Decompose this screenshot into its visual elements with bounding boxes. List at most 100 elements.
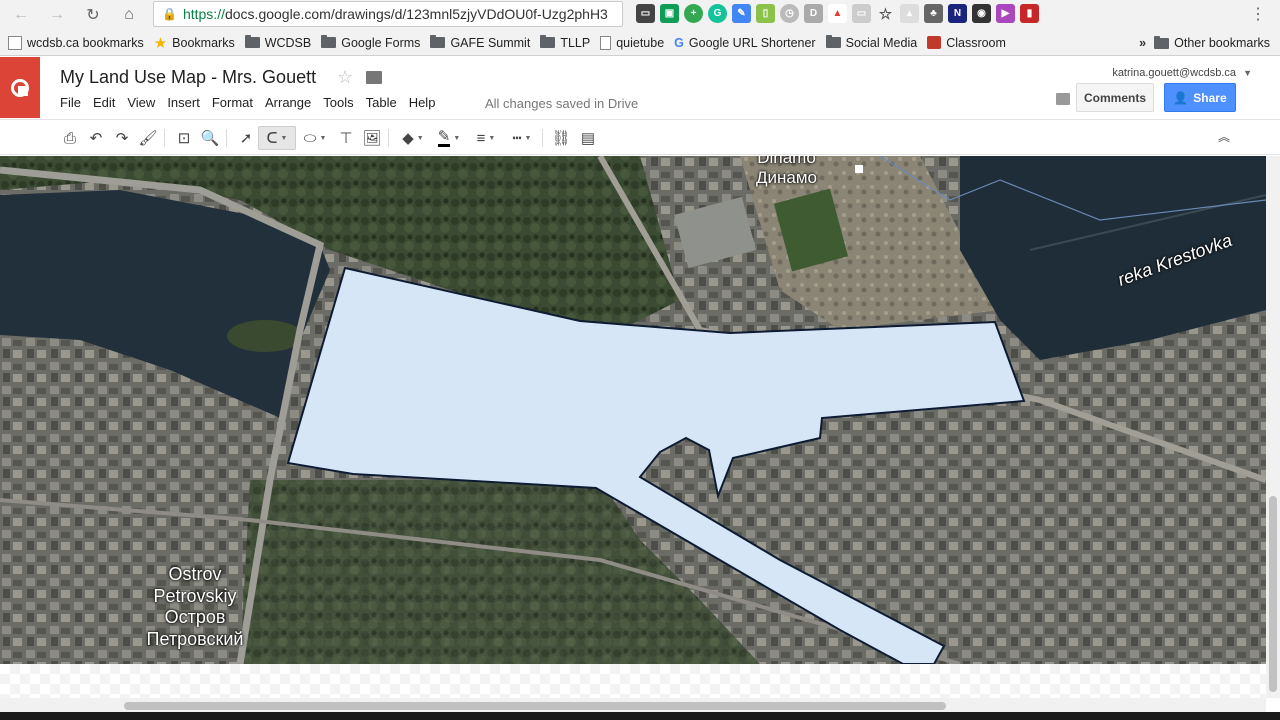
menu-tools[interactable]: Tools [317, 95, 359, 110]
edit-ext-icon[interactable]: ✎ [732, 4, 751, 23]
menu-table[interactable]: Table [360, 95, 403, 110]
vertical-scrollbar[interactable] [1266, 156, 1280, 698]
classroom-ext-icon[interactable]: ▣ [660, 4, 679, 23]
video-ext-icon[interactable]: ▶ [996, 4, 1015, 23]
menu-insert[interactable]: Insert [161, 95, 206, 110]
url-scheme: https:// [182, 6, 225, 22]
move-to-folder-icon[interactable] [366, 71, 382, 84]
menu-help[interactable]: Help [403, 95, 442, 110]
toolbar-separator [388, 129, 389, 147]
map-pin-icon [855, 165, 863, 173]
bookmark-item[interactable]: wcdsb.ca bookmarks [8, 35, 144, 50]
menu-file[interactable]: File [54, 95, 87, 110]
border-weight-icon[interactable]: ≡ ▼ [470, 126, 502, 150]
d-ext-icon[interactable]: D [804, 4, 823, 23]
zoom-fit-icon[interactable]: ⊡ [174, 126, 194, 150]
document-title[interactable]: My Land Use Map - Mrs. Gouett [60, 67, 316, 88]
star-icon: ★ [153, 34, 168, 52]
browser-toolbar: ← → ↻ ⌂ 🔒 https:// docs.google.com/drawi… [0, 0, 1280, 30]
horizontal-scrollbar[interactable] [0, 698, 1266, 712]
scrollbar-thumb[interactable] [1269, 496, 1277, 692]
puzzle-icon[interactable]: ♣ [924, 4, 943, 23]
print-icon[interactable]: ⎙ [60, 126, 80, 150]
film-ext-icon[interactable]: ▮ [1020, 4, 1039, 23]
reload-icon[interactable]: ↻ [80, 2, 106, 28]
star-icon[interactable]: ☆ [337, 67, 353, 88]
bookmark-item[interactable]: Classroom [927, 36, 1006, 50]
shape-tool-icon[interactable]: ⬭ ▼ [298, 126, 332, 150]
folder-icon [244, 35, 260, 48]
clock-icon[interactable]: ◷ [780, 4, 799, 23]
bookmark-folder[interactable]: Google Forms [321, 35, 420, 50]
bookmark-item[interactable]: G Google URL Shortener [674, 36, 815, 50]
fill-color-icon[interactable]: ◆ ▼ [396, 126, 430, 150]
back-arrow-icon[interactable]: ← [8, 2, 34, 28]
menu-arrange[interactable]: Arrange [259, 95, 317, 110]
menu-edit[interactable]: Edit [87, 95, 121, 110]
link-icon[interactable]: ⛓ [550, 126, 572, 150]
text-box-icon[interactable]: ⊤ [336, 126, 356, 150]
select-pointer-icon[interactable]: ➚ [236, 126, 256, 150]
bookmark-folder[interactable]: GAFE Summit [430, 35, 531, 50]
comment-add-icon[interactable]: ▤ [578, 126, 598, 150]
other-bookmarks-folder[interactable]: Other bookmarks [1154, 35, 1270, 50]
save-status[interactable]: All changes saved in Drive [485, 96, 638, 111]
classroom-icon [927, 36, 942, 49]
bookmark-item[interactable]: ★ Bookmarks [154, 34, 235, 52]
account-caret-icon[interactable]: ▼ [1243, 68, 1252, 78]
drawings-logo-icon[interactable] [0, 57, 40, 118]
bookmark-folder[interactable]: WCDSB [244, 35, 311, 50]
map-label-text: Ostrov [168, 564, 222, 584]
collapse-toolbar-icon[interactable]: ︽ [1218, 128, 1230, 145]
line-tool-icon[interactable]: ᑕ ▼ [258, 126, 296, 150]
browser-menu-icon[interactable]: ⋮ [1250, 4, 1266, 24]
account-email[interactable]: katrina.gouett@wcdsb.ca [1112, 67, 1236, 79]
zoom-icon[interactable]: 🔍 [200, 126, 220, 150]
doc-ext-icon[interactable]: ▯ [756, 4, 775, 23]
toolbar-separator [226, 129, 227, 147]
bookmark-label: Google URL Shortener [688, 35, 816, 50]
folder-icon [321, 35, 337, 48]
drive-ext-icon[interactable]: ▲ [828, 4, 847, 23]
bookmark-item[interactable]: quietube [600, 35, 664, 50]
paint-format-icon[interactable]: 🖌 [138, 126, 158, 150]
forward-arrow-icon[interactable]: → [44, 2, 70, 28]
bookmark-label: TLLP [560, 35, 591, 50]
border-color-icon[interactable]: ✎ ▼ [432, 126, 466, 150]
bookmark-star-icon[interactable]: ☆ [876, 4, 895, 23]
page-ext-icon[interactable]: ▭ [852, 4, 871, 23]
insert-image-icon[interactable]: 🖼 [362, 126, 382, 150]
map-label-text: Dinamo [757, 156, 816, 167]
bookmark-label: Bookmarks [172, 35, 235, 50]
toolbar-separator [164, 129, 165, 147]
bookmark-folder[interactable]: TLLP [540, 35, 591, 50]
menu-view[interactable]: View [121, 95, 161, 110]
address-bar[interactable]: 🔒 https:// docs.google.com/drawings/d/12… [153, 1, 623, 27]
map-ext-icon[interactable]: ◉ [972, 4, 991, 23]
redo-icon[interactable]: ↷ [112, 126, 132, 150]
share-button[interactable]: 👤 Share [1164, 83, 1236, 112]
screencast-icon[interactable]: ▴ [900, 4, 919, 23]
home-icon[interactable]: ⌂ [116, 2, 142, 28]
grammarly-icon[interactable]: G [708, 4, 727, 23]
undo-icon[interactable]: ↶ [86, 126, 106, 150]
bookmark-label: wcdsb.ca bookmarks [27, 35, 144, 50]
more-bookmarks-chevron[interactable]: » [1139, 36, 1146, 50]
border-dash-icon[interactable]: ┅ ▼ [506, 126, 538, 150]
folder-icon [540, 35, 556, 48]
add-ext-icon[interactable]: + [684, 4, 703, 23]
menu-format[interactable]: Format [206, 95, 259, 110]
bookmark-label: GAFE Summit [450, 35, 531, 50]
cast-icon[interactable]: ▭ [636, 4, 655, 23]
google-icon: G [674, 35, 684, 50]
map-label-text: Petrovskiy [153, 585, 237, 606]
map-label-dinamo: Dinamo Динамо [756, 156, 817, 189]
scrollbar-thumb[interactable] [124, 702, 946, 710]
url-text: docs.google.com/drawings/d/123mnl5zjyVDd… [224, 6, 608, 22]
person-icon: 👤 [1173, 90, 1189, 105]
bookmark-folder[interactable]: Social Media [825, 35, 917, 50]
drawing-canvas[interactable]: Dinamo Динамо reka Krestovka Ostrov Petr… [0, 156, 1266, 664]
page-icon [8, 35, 22, 50]
comments-button[interactable]: Comments [1076, 83, 1154, 112]
n-ext-icon[interactable]: N [948, 4, 967, 23]
